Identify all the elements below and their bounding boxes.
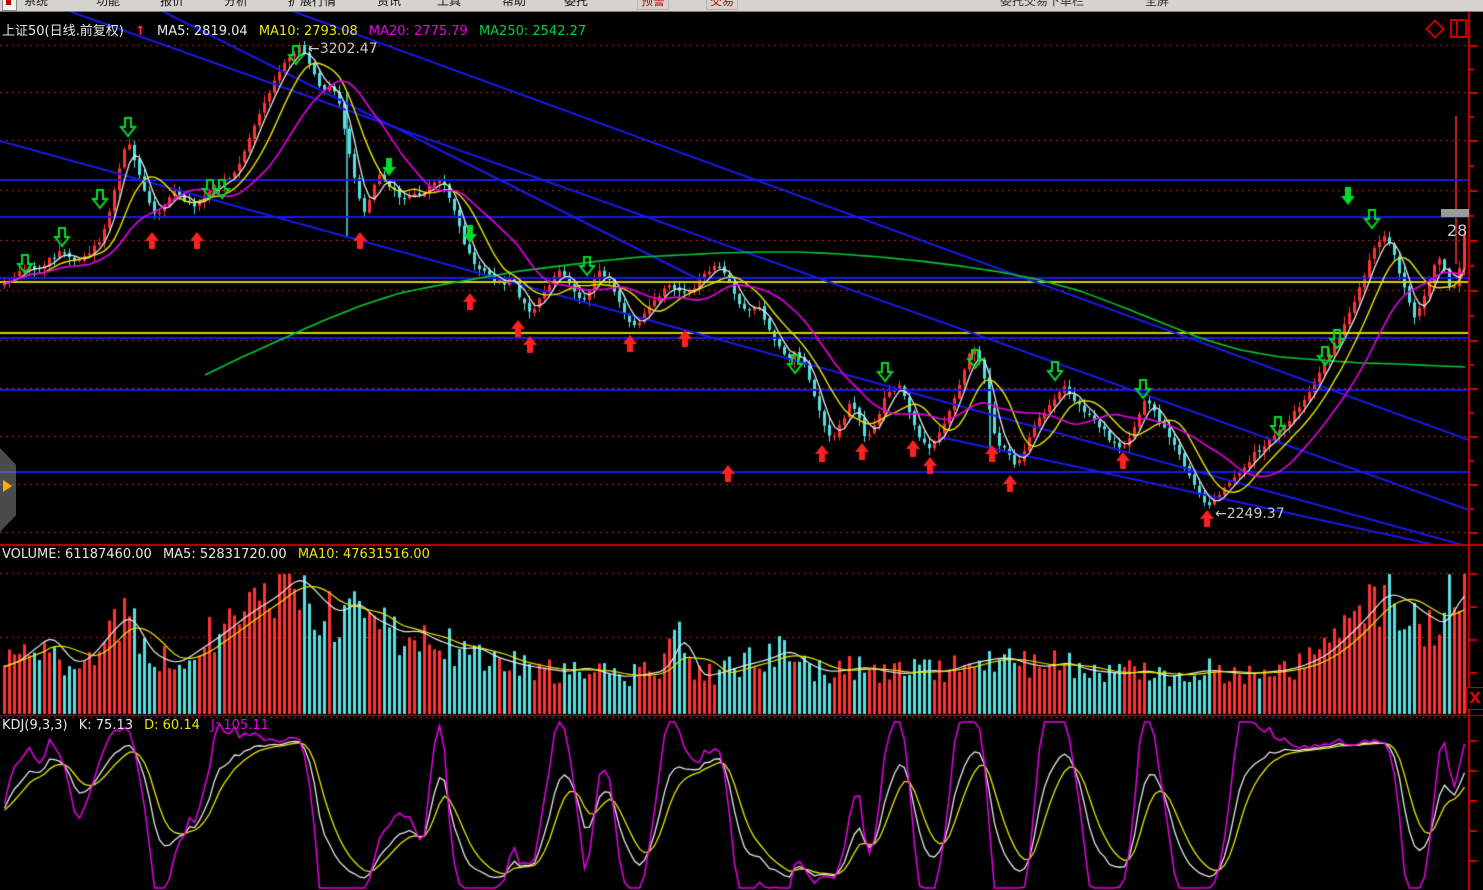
stock-chart-canvas[interactable] bbox=[0, 0, 1483, 890]
ma250-value: MA250: 2542.27 bbox=[479, 24, 586, 39]
toggle-fullscreen[interactable]: 全屏 bbox=[1145, 0, 1169, 9]
menu-bar: 系统 功能 报价 分析 扩展行情 资讯 工具 帮助 委托 预警 交易 委托交易下… bbox=[0, 0, 1483, 12]
kdj-params: KDJ(9,3,3) bbox=[2, 718, 68, 733]
last-price-label: 28 bbox=[1447, 221, 1467, 240]
app-icon[interactable] bbox=[2, 0, 17, 11]
menu-item-function[interactable]: 功能 bbox=[96, 0, 120, 9]
toggle-trade-panel[interactable]: 委托交易下单栏 bbox=[1000, 0, 1084, 9]
volume-pane-header: VOLUME: 61187460.00 MA5: 52831720.00 MA1… bbox=[2, 547, 437, 562]
menu-item-quote[interactable]: 报价 bbox=[160, 0, 184, 9]
menu-item-tools[interactable]: 工具 bbox=[437, 0, 461, 9]
menu-item-info[interactable]: 资讯 bbox=[377, 0, 401, 9]
chart-title: 上证50(日线.前复权) bbox=[2, 24, 124, 39]
volume-ma5-value: MA5: 52831720.00 bbox=[163, 547, 287, 562]
kdj-d-value: D: 60.14 bbox=[144, 718, 200, 733]
menu-item-help[interactable]: 帮助 bbox=[502, 0, 526, 9]
volume-value: VOLUME: 61187460.00 bbox=[2, 547, 152, 562]
close-pane-button[interactable]: X bbox=[1466, 687, 1483, 710]
kdj-k-value: K: 75.13 bbox=[79, 718, 133, 733]
up-arrow-icon: ↑ bbox=[135, 24, 146, 39]
ma20-value: MA20: 2775.79 bbox=[369, 24, 468, 39]
trading-terminal-window: 系统 功能 报价 分析 扩展行情 资讯 工具 帮助 委托 预警 交易 委托交易下… bbox=[0, 0, 1483, 890]
menu-item-trade[interactable]: 交易 bbox=[706, 0, 738, 10]
kdj-j-value: J: 105.11 bbox=[211, 718, 269, 733]
price-marker-box bbox=[1441, 209, 1469, 217]
menu-item-system[interactable]: 系统 bbox=[24, 0, 48, 9]
main-chart-header: 上证50(日线.前复权) ↑ MA5: 2819.04 MA10: 2793.0… bbox=[2, 20, 593, 39]
trough-price-label: ←2249.37 bbox=[1215, 506, 1285, 522]
ma5-value: MA5: 2819.04 bbox=[157, 24, 248, 39]
window-layout-icon[interactable] bbox=[1450, 19, 1467, 38]
ma10-value: MA10: 2793.08 bbox=[259, 24, 358, 39]
kdj-pane-header: KDJ(9,3,3) K: 75.13 D: 60.14 J: 105.11 bbox=[2, 718, 276, 733]
volume-ma10-value: MA10: 47631516.00 bbox=[298, 547, 430, 562]
menu-item-analysis[interactable]: 分析 bbox=[224, 0, 248, 9]
menu-item-entrust[interactable]: 委托 bbox=[564, 0, 588, 9]
peak-price-label: ←3202.47 bbox=[308, 41, 378, 57]
menu-item-alert[interactable]: 预警 bbox=[637, 0, 669, 10]
sidebar-expand-icon[interactable] bbox=[3, 480, 12, 492]
menu-item-extquote[interactable]: 扩展行情 bbox=[288, 0, 336, 9]
